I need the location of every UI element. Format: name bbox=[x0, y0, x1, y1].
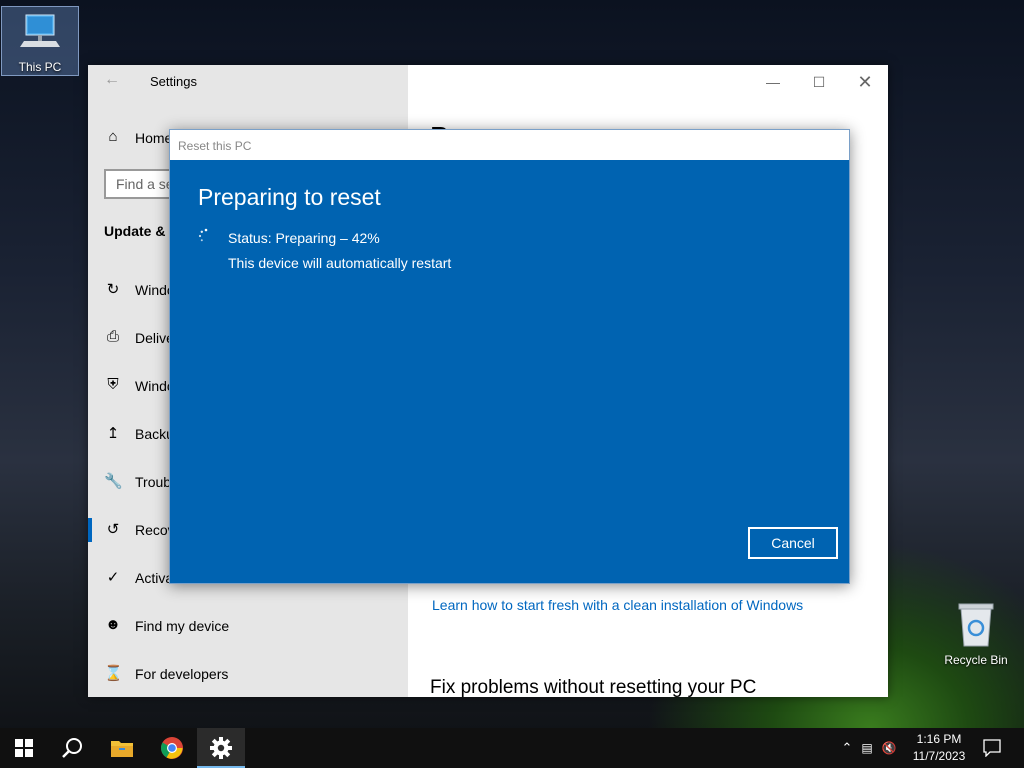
file-explorer-button[interactable] bbox=[98, 728, 146, 768]
recovery-icon: ↺ bbox=[106, 521, 120, 538]
search-placeholder: Find a se bbox=[116, 176, 174, 192]
settings-title: Settings bbox=[150, 74, 197, 89]
taskbar: ⌃ ▤ 🔇 1:16 PM 11/7/2023 bbox=[0, 728, 1024, 768]
search-button[interactable] bbox=[48, 728, 96, 768]
dialog-heading: Preparing to reset bbox=[198, 184, 381, 210]
developer-icon: ⌛ bbox=[104, 665, 123, 682]
sidebar-item-label: Find my device bbox=[135, 618, 230, 634]
backup-icon: ↥ bbox=[106, 425, 120, 442]
maximize-button[interactable]: ☐ bbox=[796, 69, 842, 95]
desktop-icon-label: This PC bbox=[18, 60, 62, 74]
desktop-icon-label: Recycle Bin bbox=[944, 653, 1008, 667]
sidebar-item-for-developers[interactable]: ⌛ For developers bbox=[88, 654, 408, 694]
clean-install-link[interactable]: Learn how to start fresh with a clean in… bbox=[432, 597, 803, 613]
system-tray: ⌃ ▤ 🔇 bbox=[838, 728, 900, 768]
spinner-icon bbox=[198, 228, 208, 242]
settings-titlebar: ← Settings — ☐ ✕ bbox=[88, 65, 888, 97]
notification-icon bbox=[983, 739, 1001, 757]
sidebar-item-label: For developers bbox=[135, 666, 229, 682]
settings-gear-icon bbox=[210, 737, 232, 759]
dialog-title: Reset this PC bbox=[178, 139, 252, 153]
minimize-button[interactable]: — bbox=[750, 69, 796, 95]
reset-pc-dialog: Reset this PC Preparing to reset Status:… bbox=[169, 129, 850, 584]
search-icon bbox=[62, 738, 82, 758]
fix-problems-heading: Fix problems without resetting your PC bbox=[430, 677, 757, 698]
recycle-bin-icon bbox=[958, 603, 994, 647]
start-button[interactable] bbox=[0, 728, 48, 768]
desktop-icon-this-pc[interactable]: This PC bbox=[1, 6, 79, 76]
chrome-icon bbox=[161, 737, 183, 759]
refresh-icon: ↻ bbox=[106, 281, 120, 298]
close-button[interactable]: ✕ bbox=[842, 69, 888, 95]
clock-time: 1:16 PM bbox=[916, 732, 962, 746]
person-icon: ☻ bbox=[105, 616, 121, 633]
home-icon: ⌂ bbox=[108, 128, 118, 145]
wrench-icon: 🔧 bbox=[104, 473, 123, 490]
clock-date: 11/7/2023 bbox=[912, 749, 966, 763]
start-icon bbox=[15, 739, 33, 757]
volume-muted-icon[interactable]: 🔇 bbox=[878, 741, 900, 755]
sidebar-item-label: Troub bbox=[135, 474, 172, 490]
settings-taskbar-button[interactable] bbox=[197, 728, 245, 768]
clock[interactable]: 1:16 PM 11/7/2023 bbox=[906, 731, 972, 765]
delivery-icon: ⎙ bbox=[106, 328, 119, 345]
sidebar-item-find-my-device[interactable]: ☻ Find my device bbox=[88, 606, 408, 646]
restart-notice: This device will automatically restart bbox=[228, 255, 452, 271]
network-icon[interactable]: ▤ bbox=[856, 741, 878, 755]
chevron-up-icon[interactable]: ⌃ bbox=[838, 740, 856, 756]
file-explorer-icon bbox=[111, 741, 133, 757]
computer-icon bbox=[20, 14, 60, 47]
sidebar-item-label: Home bbox=[135, 130, 173, 146]
check-circle-icon: ✓ bbox=[106, 569, 120, 586]
chrome-button[interactable] bbox=[148, 728, 196, 768]
desktop-icon-recycle-bin[interactable]: Recycle Bin bbox=[938, 602, 1014, 667]
nav-section-heading: Update & bbox=[104, 223, 166, 239]
back-arrow-icon[interactable]: ← bbox=[104, 71, 120, 89]
cancel-button[interactable]: Cancel bbox=[748, 527, 838, 559]
reset-status-text: Status: Preparing – 42% bbox=[228, 230, 380, 246]
shield-icon: ⛨ bbox=[107, 376, 119, 393]
action-center-button[interactable] bbox=[968, 728, 1016, 768]
dialog-titlebar: Reset this PC bbox=[170, 130, 849, 160]
sidebar-item-label: Activa bbox=[135, 570, 174, 586]
